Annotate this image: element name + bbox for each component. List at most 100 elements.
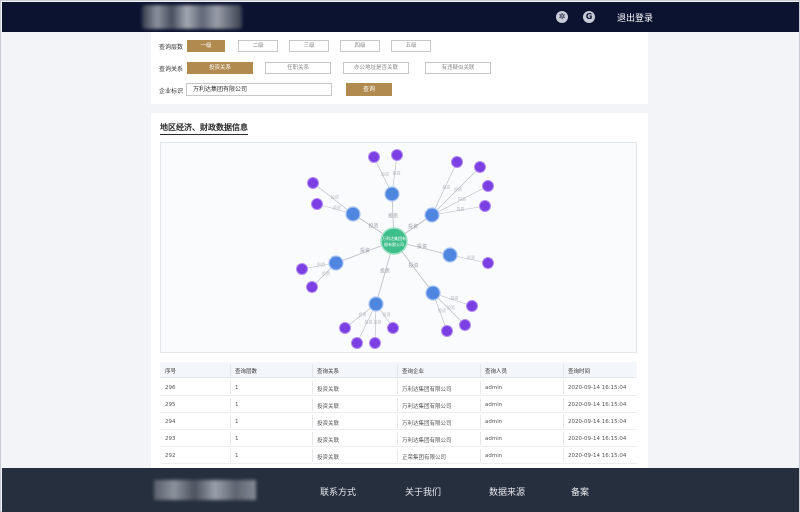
cell-user: admin — [485, 436, 503, 442]
graph-leaf-node[interactable] — [451, 156, 463, 168]
graph-leaf-node[interactable] — [482, 257, 494, 269]
footer-logo — [154, 480, 256, 500]
edge-label: 投资 — [365, 319, 373, 325]
footer-link-filing[interactable]: 备案 — [571, 485, 589, 498]
col-divider — [480, 398, 481, 411]
col-divider — [563, 449, 564, 462]
col-divider — [397, 364, 398, 377]
graph-leaf-node[interactable] — [466, 300, 478, 312]
settings-icon[interactable]: ✲ — [556, 11, 568, 23]
cell-relation: 投资关联 — [317, 404, 340, 410]
col-header-company: 查询企业 — [402, 369, 425, 375]
cell-company: 万利达集团有限公司 — [402, 387, 452, 393]
level-button-5[interactable]: 五级 — [391, 40, 431, 52]
cell-index: 292 — [165, 453, 176, 459]
graph-leaf-node[interactable] — [474, 161, 486, 173]
edge-label: 投资 — [360, 247, 370, 254]
graph-nodes[interactable]: 万利达集团有限有限公司 — [296, 149, 494, 349]
col-divider — [397, 449, 398, 462]
edge-label: 投资 — [381, 171, 389, 177]
level-button-1[interactable]: 一级 — [187, 40, 225, 52]
cell-user: admin — [485, 453, 503, 459]
graph-canvas[interactable]: 投资投资 投资投资投资 投资投资投资投资投资投资投资投资投资投资投资投资投资投资投资… — [161, 143, 638, 354]
graph-leaf-node[interactable] — [482, 180, 494, 192]
cell-index: 295 — [165, 402, 176, 408]
table-row[interactable]: 292 1 投资关联 正荣集团有限公司 admin 2020-09-14 16:… — [160, 447, 637, 464]
footer-link-about[interactable]: 关于我们 — [405, 485, 441, 498]
col-divider — [563, 381, 564, 394]
col-divider — [480, 432, 481, 445]
query-relation-label: 查询关系 — [159, 66, 184, 73]
relation-button-investment[interactable]: 投资关系 — [187, 62, 253, 74]
graph-leaf-node[interactable] — [306, 281, 318, 293]
edge-label: 投资 — [333, 204, 341, 210]
col-divider — [480, 364, 481, 377]
relation-graph[interactable]: 投资 投资 投资 投资 投资 投资 投资 投资 投资 投资 投资 投资 投资 投资 投资 投资 投资 投资 投资 投资… — [160, 142, 637, 353]
graph-center-node[interactable] — [380, 227, 408, 255]
edge-label: 投资 — [383, 311, 391, 317]
col-divider — [480, 449, 481, 462]
cell-time: 2020-09-14 16:15:04 — [568, 453, 627, 459]
col-divider — [397, 432, 398, 445]
company-input[interactable]: 万利达集团有限公司 — [186, 83, 332, 96]
graph-leaf-node[interactable] — [459, 319, 471, 331]
table-row[interactable]: 294 1 投资关联 万利达集团有限公司 admin 2020-09-14 16… — [160, 413, 637, 430]
col-header-time: 查询时间 — [568, 369, 591, 375]
search-button[interactable]: 查询 — [346, 83, 392, 96]
level-button-4[interactable]: 四级 — [340, 40, 380, 52]
edge-label: 投资 — [443, 184, 451, 190]
table-row[interactable]: 296 1 投资关联 万利达集团有限公司 admin 2020-09-14 16… — [160, 379, 637, 396]
cell-level: 1 — [235, 385, 239, 391]
graph-leaf-node[interactable] — [307, 177, 319, 189]
level-button-2[interactable]: 二级 — [238, 40, 278, 52]
graph-leaf-node[interactable] — [351, 337, 363, 349]
graph-mid-node[interactable] — [345, 206, 361, 222]
graph-leaf-node[interactable] — [441, 325, 453, 337]
relation-button-employment[interactable]: 任职关系 — [265, 62, 331, 74]
relation-button-office-address[interactable]: 办公地址是否关联 — [343, 62, 409, 74]
query-level-label: 查询层数 — [159, 44, 184, 51]
col-divider — [397, 381, 398, 394]
cell-index: 296 — [165, 385, 176, 391]
table-row[interactable]: 293 1 投资关联 万利达集团有限公司 admin 2020-09-14 16… — [160, 430, 637, 447]
graph-leaf-node[interactable] — [311, 198, 323, 210]
query-panel: 查询层数 一级 二级 三级 四级 五级 查询关系 投资关系 任职关系 办公地址是… — [151, 32, 648, 104]
edge-label: 投资 — [322, 270, 330, 276]
col-divider — [230, 381, 231, 394]
col-divider — [230, 398, 231, 411]
google-icon[interactable]: G — [583, 11, 595, 23]
cell-level: 1 — [235, 436, 239, 442]
cell-company: 万利达集团有限公司 — [402, 421, 452, 427]
graph-leaf-node[interactable] — [387, 322, 399, 334]
graph-leaf-node[interactable] — [296, 263, 308, 275]
col-divider — [312, 415, 313, 428]
graph-leaf-node[interactable] — [368, 151, 380, 163]
footer-link-contact[interactable]: 联系方式 — [320, 485, 356, 498]
footer: 联系方式 关于我们 数据来源 备案 — [2, 468, 799, 512]
relation-button-suspected[interactable]: 有违疑似关联 — [425, 62, 491, 74]
table-row[interactable]: 295 1 投资关联 万利达集团有限公司 admin 2020-09-14 16… — [160, 396, 637, 413]
edge-label: 投资 — [454, 186, 462, 192]
graph-mid-node[interactable] — [384, 186, 400, 202]
graph-mid-node[interactable] — [425, 285, 441, 301]
graph-mid-node[interactable] — [368, 296, 384, 312]
graph-leaf-node[interactable] — [391, 149, 403, 161]
graph-mid-node[interactable] — [442, 247, 458, 263]
logout-link[interactable]: 退出登录 — [617, 11, 653, 24]
center-node-label[interactable]: 万利达集团有 — [382, 235, 406, 241]
site-logo — [142, 5, 242, 29]
section-title: 地区经济、财政数据信息 — [160, 122, 248, 135]
graph-mid-node[interactable] — [424, 207, 440, 223]
graph-leaf-node[interactable] — [479, 200, 491, 212]
graph-leaf-node[interactable] — [339, 322, 351, 334]
footer-link-data-source[interactable]: 数据来源 — [489, 485, 525, 498]
center-node-label[interactable]: 限有限公司 — [384, 241, 404, 247]
graph-mid-node[interactable] — [328, 255, 344, 271]
edge-label: 投资 — [457, 206, 465, 212]
graph-leaf-node[interactable] — [369, 337, 381, 349]
edge-label: 投资 — [393, 170, 401, 176]
level-button-3[interactable]: 三级 — [289, 40, 329, 52]
col-divider — [563, 398, 564, 411]
col-divider — [312, 364, 313, 377]
cell-user: admin — [485, 419, 503, 425]
